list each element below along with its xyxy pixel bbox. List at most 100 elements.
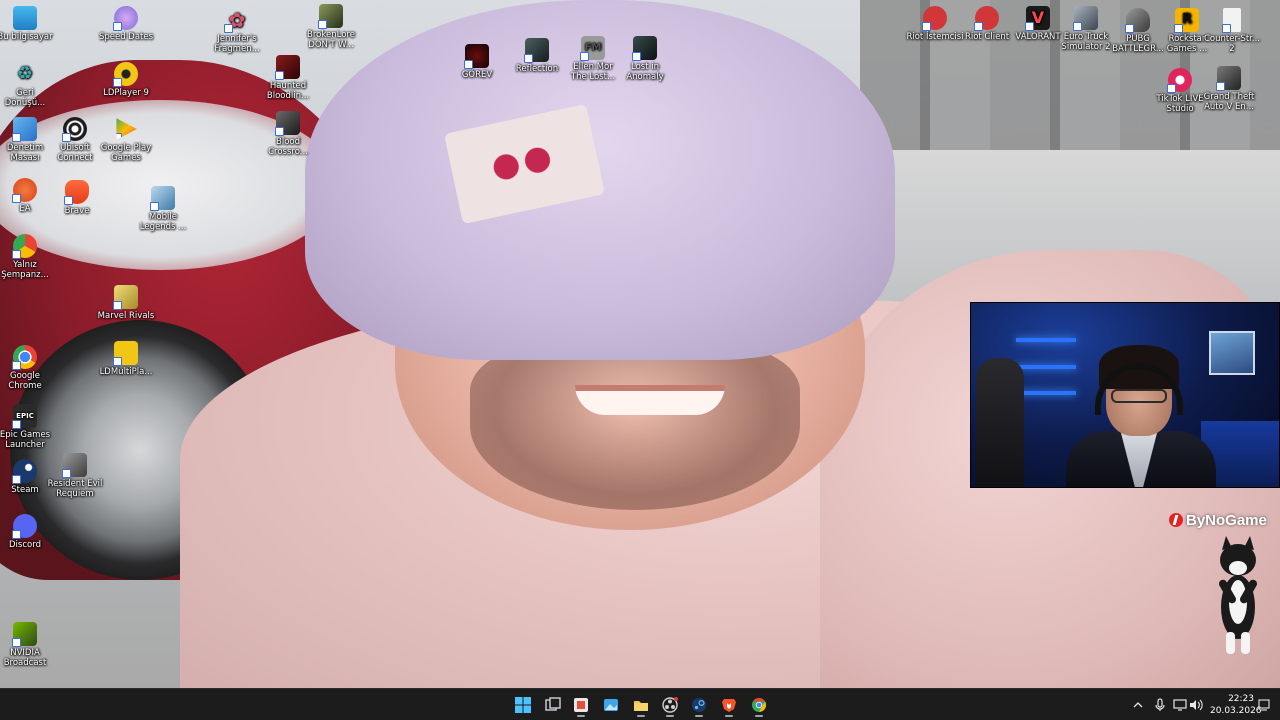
desktop-icon-counter-strike[interactable]: Counter-Str... 2: [1198, 8, 1266, 54]
desktop-icon-label: Discord: [9, 540, 41, 550]
network-icon[interactable]: [1172, 697, 1188, 713]
desktop-icon-discord[interactable]: Discord: [0, 514, 59, 550]
ldplayer-icon: [113, 62, 138, 87]
desktop-icon-google-play-games[interactable]: Google Play Games: [92, 117, 160, 163]
windows-start-icon: [515, 697, 531, 713]
desktop-icon-blood-crossroads[interactable]: Blood Crossro...: [254, 111, 322, 157]
game-icon: ✿: [224, 8, 249, 33]
task-view-icon: [545, 697, 561, 711]
desktop-icon-mobile-legends[interactable]: Mobile Legends ...: [129, 186, 197, 232]
monitor-icon: [13, 6, 37, 30]
desktop-icon-gta-v[interactable]: Grand Theft Auto V En...: [1195, 66, 1263, 112]
taskbar-clock[interactable]: 22:23 20.03.2026: [1210, 693, 1262, 717]
desktop-icon-brave[interactable]: Brave: [43, 180, 111, 216]
desktop-icon-yalniz-sempanze[interactable]: Yalnız Şempanz...: [0, 234, 59, 280]
taskbar-file-explorer[interactable]: [628, 693, 654, 717]
chrome-icon: [12, 345, 37, 370]
rockstar-icon: R: [1174, 8, 1199, 33]
webcam-shelf-light: [1016, 365, 1076, 369]
desktop-icon-bu-bilgisayar[interactable]: Bu bilgisayar: [0, 6, 59, 42]
recycle-bin-icon: ♻: [16, 63, 34, 84]
taskbar-steam[interactable]: [686, 693, 712, 717]
desktop-icon-label: GÖREV: [461, 70, 493, 80]
steam-icon: [692, 698, 706, 712]
desktop-icon-label: Geri Dönüşü...: [4, 88, 46, 108]
game-icon: [150, 186, 175, 211]
watermark-text: ByNoGame: [1186, 511, 1267, 529]
desktop-icon-label: Google Play Games: [100, 143, 152, 163]
desktop-icon-label: Resident Evil Requiem: [47, 479, 103, 499]
bynogame-logo-icon: [1169, 513, 1183, 527]
game-icon: FM: [580, 36, 605, 61]
start-button[interactable]: [510, 693, 536, 717]
wallpaper-beard: [470, 340, 800, 510]
desktop-icon-haunted-bloodlines[interactable]: Haunted Bloodlin...: [254, 55, 322, 101]
tray-overflow-chevron-icon[interactable]: [1130, 697, 1146, 713]
game-icon: [113, 6, 138, 31]
desktop-icon-label: Bu bilgisayar: [0, 32, 53, 42]
riot-icon: [974, 6, 999, 31]
chrome-icon: [752, 698, 766, 712]
desktop-icon-jennifers-fragments[interactable]: ✿ Jennifer's Fragmen...: [203, 8, 271, 54]
desktop-icon-label: Epic Games Launcher: [0, 430, 51, 450]
desktop-icon-label: Mobile Legends ...: [139, 212, 187, 232]
taskbar-brave[interactable]: [716, 693, 742, 717]
desktop-icon-label: Google Chrome: [8, 371, 42, 391]
desktop-icon-label: LDPlayer 9: [103, 88, 149, 98]
pubg-icon: [1125, 8, 1150, 33]
taskbar-app-settings[interactable]: [568, 693, 594, 717]
desktop-icon-marvel-rivals[interactable]: Marvel Rivals: [92, 285, 160, 321]
epic-games-icon: EPIC: [12, 404, 37, 429]
riot-icon: [922, 6, 947, 31]
desktop-icon-ldmultiplayer[interactable]: LDMultiPla...: [92, 341, 160, 377]
desktop-icon-lost-in-anomaly[interactable]: Lost in Anomaly: [611, 36, 679, 82]
discord-icon: [12, 514, 37, 539]
control-panel-icon: [12, 117, 37, 142]
desktop-icon-brokenlore[interactable]: BrokenLore DON'T W...: [297, 4, 365, 50]
task-view-button[interactable]: [540, 693, 566, 717]
taskbar: 22:23 20.03.2026: [0, 688, 1280, 720]
channel-watermark: ByNoGame: [1169, 510, 1267, 530]
clock-time: 22:23: [1228, 694, 1254, 704]
desktop-icon-speed-dates[interactable]: Speed Dates: [92, 6, 160, 42]
steam-icon: [12, 459, 37, 484]
ldplayer-icon: [113, 341, 138, 366]
microphone-icon[interactable]: [1152, 697, 1168, 713]
settings-app-icon: [574, 698, 588, 712]
desktop-icon-google-chrome[interactable]: Google Chrome: [0, 345, 59, 391]
desktop-icon-ldplayer9[interactable]: LDPlayer 9: [92, 62, 160, 98]
game-icon: [464, 44, 489, 69]
volume-icon[interactable]: [1188, 697, 1204, 713]
game-icon: [275, 55, 300, 80]
desktop-icon-epic-games[interactable]: EPIC Epic Games Launcher: [0, 404, 59, 450]
desktop-icon-label: Counter-Str... 2: [1203, 34, 1261, 54]
desktop-icon-label: Brave: [64, 206, 90, 216]
truck-icon: [1073, 6, 1098, 31]
desktop-icon-label: LDMultiPla...: [99, 367, 153, 377]
taskbar-chrome[interactable]: [746, 693, 772, 717]
desktop-icon-gorev[interactable]: GÖREV: [443, 44, 511, 80]
desktop-icon-label: Speed Dates: [98, 32, 154, 42]
desktop-icon-geri-donusum[interactable]: ♻ Geri Dönüşü...: [0, 62, 59, 108]
webcam-poster: [1209, 331, 1255, 375]
ubisoft-icon: [62, 117, 87, 142]
desktop-icon-label: Blood Crossro...: [268, 137, 308, 157]
dancing-cat-icon: [1219, 536, 1257, 654]
folder-icon: [634, 701, 648, 711]
desktop-icon-nvidia-broadcast[interactable]: NVIDIA Broadcast: [0, 622, 59, 668]
brave-icon: [64, 180, 89, 205]
ea-logo-icon: [12, 178, 37, 203]
valorant-icon: V: [1025, 6, 1050, 31]
desktop-icon-label: Yalnız Şempanz...: [1, 260, 49, 280]
nvidia-icon: [12, 622, 37, 647]
desktop-icon-resident-evil[interactable]: Resident Evil Requiem: [41, 453, 109, 499]
webcam-overlay: [970, 302, 1280, 488]
google-play-icon: [116, 118, 137, 140]
brave-icon: [722, 699, 736, 712]
notification-icon[interactable]: [1256, 697, 1272, 713]
clock-date: 20.03.2026: [1210, 706, 1262, 716]
game-icon: [62, 453, 87, 478]
taskbar-app-obs[interactable]: [657, 693, 683, 717]
taskbar-app-photos[interactable]: [598, 693, 624, 717]
game-icon: [524, 38, 549, 63]
